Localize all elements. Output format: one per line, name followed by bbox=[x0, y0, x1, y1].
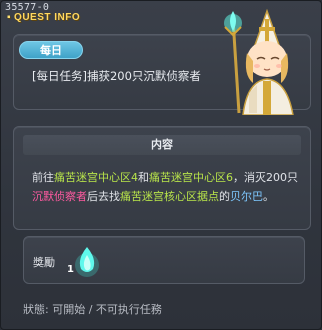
quest-name: [每日任务]捕获200只沉默侦察者 bbox=[32, 69, 201, 83]
reward-count: 1 bbox=[67, 264, 74, 275]
reward-label: 獎勵 bbox=[33, 256, 55, 269]
reward-panel bbox=[23, 236, 305, 284]
desc-segment: 痛苦迷宫中心区4 bbox=[54, 171, 138, 184]
desc-segment: 沉默侦察者 bbox=[32, 190, 87, 203]
content-header: 内容 bbox=[23, 135, 301, 155]
desc-segment: 后去找 bbox=[87, 190, 120, 203]
window-title-text: QUEST INFO bbox=[14, 12, 81, 23]
quest-info-window: 35577-0 ▪ QUEST INFO 每日 [每日任务]捕获200只沉默侦察者… bbox=[0, 0, 322, 330]
quest-status: 狀態: 可開始 / 不可执行任務 bbox=[23, 303, 162, 316]
desc-segment: 痛苦迷宫核心区据点 bbox=[120, 190, 219, 203]
desc-segment: 。 bbox=[263, 190, 274, 203]
window-title: ▪ QUEST INFO bbox=[7, 12, 80, 23]
desc-segment: ，消灭200只 bbox=[233, 171, 298, 184]
quest-description: 前往痛苦迷宫中心区4和痛苦迷宫中心区6，消灭200只沉默侦察者后去找痛苦迷宫核心… bbox=[32, 168, 298, 206]
desc-segment: 的 bbox=[219, 190, 230, 203]
title-bullet-icon: ▪ bbox=[7, 12, 12, 23]
desc-segment: 贝尔巴 bbox=[230, 190, 263, 203]
daily-badge: 每日 bbox=[19, 41, 83, 59]
desc-segment: 和 bbox=[138, 171, 149, 184]
desc-segment: 前往 bbox=[32, 171, 54, 184]
desc-segment: 痛苦迷宫中心区6 bbox=[149, 171, 233, 184]
blue-flame-icon[interactable] bbox=[69, 241, 105, 279]
npc-portrait bbox=[224, 8, 294, 115]
